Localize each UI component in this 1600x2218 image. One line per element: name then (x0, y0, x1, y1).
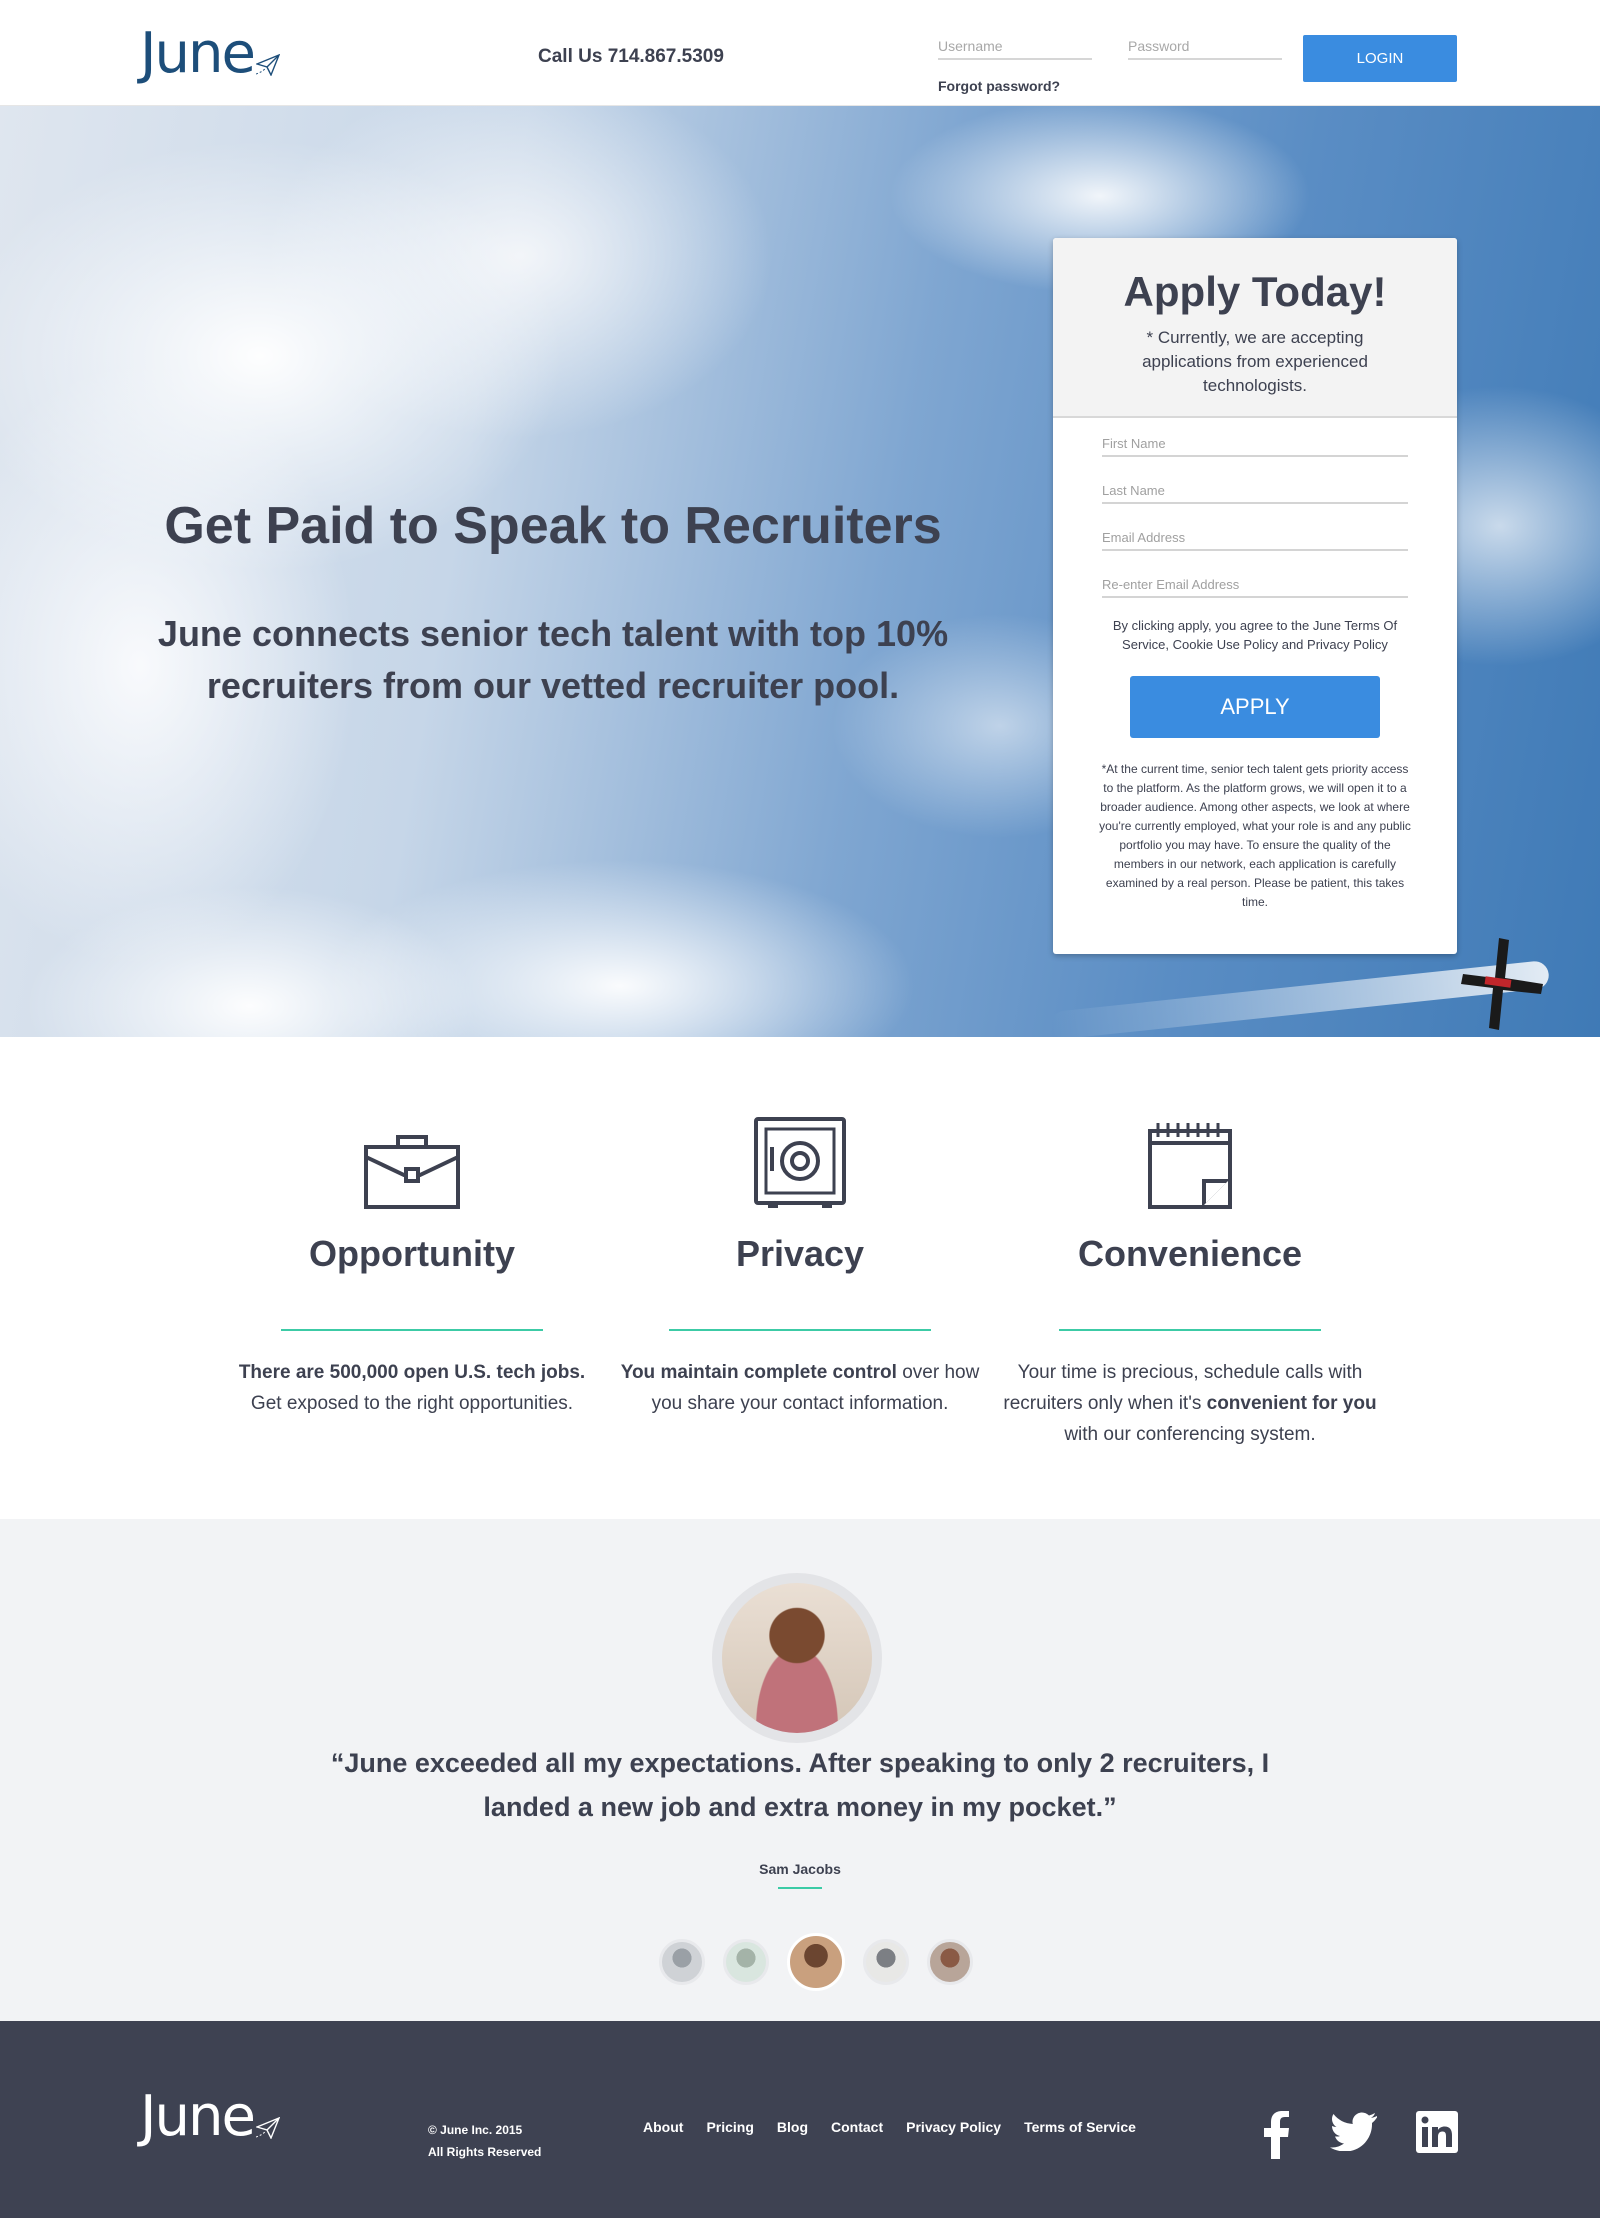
feature-title: Privacy (735, 1233, 865, 1274)
testimonial-author: Sam Jacobs (759, 1861, 841, 1877)
footer-link-contact[interactable]: Contact (831, 2119, 883, 2135)
site-header: June Call Us 714.867.5309 Forgot passwor… (0, 0, 1600, 106)
feature-divider (281, 1329, 543, 1331)
features-section: Opportunity There are 500,000 open U.S. … (0, 1037, 1600, 1519)
copyright: © June Inc. 2015 All Rights Reserved (428, 2123, 542, 2159)
testimonial-thumb-active[interactable] (787, 1933, 845, 1991)
safe-icon (754, 1117, 846, 1208)
password-input[interactable] (1128, 36, 1282, 60)
feature-privacy: Privacy You maintain complete control ov… (610, 1109, 990, 1419)
apply-note: * Currently, we are accepting applicatio… (1142, 328, 1368, 395)
feature-divider (1059, 1329, 1321, 1331)
paper-plane-icon (255, 54, 280, 76)
apply-button[interactable]: APPLY (1130, 676, 1380, 738)
feature-title: Opportunity (309, 1233, 515, 1274)
forgot-password-link[interactable]: Forgot password? (938, 78, 1060, 94)
footer-link-privacy[interactable]: Privacy Policy (906, 2119, 1001, 2135)
feature-divider (669, 1329, 931, 1331)
first-name-input[interactable] (1102, 432, 1408, 457)
airplane-icon (1461, 938, 1543, 1030)
footer-link-pricing[interactable]: Pricing (706, 2119, 753, 2135)
apply-form-card: Apply Today! * Currently, we are accepti… (1053, 238, 1457, 954)
feature-text: You maintain complete control over how y… (620, 1362, 980, 1414)
footer-link-terms[interactable]: Terms of Service (1024, 2119, 1136, 2135)
testimonial-thumbnails (650, 1933, 982, 1991)
paper-plane-icon (255, 2117, 280, 2139)
testimonial-thumb[interactable] (659, 1939, 705, 1985)
apply-title: Apply Today! (1123, 268, 1387, 315)
testimonial-thumb[interactable] (927, 1939, 973, 1985)
reenter-email-input[interactable] (1102, 573, 1408, 598)
testimonial-quote: “June exceeded all my expectations. Afte… (330, 1748, 1270, 1822)
site-footer: June © June Inc. 2015 All Rights Reserve… (0, 2021, 1600, 2218)
calendar-icon (1148, 1123, 1232, 1209)
feature-title: Convenience (1077, 1233, 1303, 1274)
phone-number: Call Us 714.867.5309 (538, 46, 724, 67)
twitter-icon[interactable] (1330, 2111, 1378, 2151)
terms-text: By clicking apply, you agree to the June… (1112, 618, 1398, 652)
username-input[interactable] (938, 36, 1092, 60)
logo[interactable]: June (140, 26, 280, 82)
feature-opportunity: Opportunity There are 500,000 open U.S. … (222, 1109, 602, 1419)
testimonial-avatar (712, 1573, 882, 1743)
last-name-input[interactable] (1102, 479, 1408, 504)
author-divider (778, 1887, 822, 1889)
testimonial-thumb[interactable] (723, 1939, 769, 1985)
hero-section: Get Paid to Speak to Recruiters June con… (0, 106, 1600, 1037)
testimonial-thumb[interactable] (863, 1939, 909, 1985)
hero-title: Get Paid to Speak to Recruiters (164, 497, 942, 555)
footer-link-blog[interactable]: Blog (777, 2119, 808, 2135)
apply-header: Apply Today! * Currently, we are accepti… (1053, 238, 1457, 418)
footer-logo[interactable]: June (140, 2089, 280, 2145)
facebook-icon[interactable] (1262, 2111, 1290, 2159)
feature-text: There are 500,000 open U.S. tech jobs. G… (238, 1362, 586, 1414)
feature-text: Your time is precious, schedule calls wi… (1003, 1362, 1377, 1445)
email-input[interactable] (1102, 526, 1408, 551)
apply-fine-print: *At the current time, senior tech talent… (1099, 762, 1411, 909)
testimonial-section: “June exceeded all my expectations. Afte… (0, 1519, 1600, 2021)
logo-text: June (140, 21, 256, 86)
feature-convenience: Convenience Your time is precious, sched… (1000, 1109, 1380, 1450)
linkedin-icon[interactable] (1416, 2111, 1458, 2153)
briefcase-icon (364, 1135, 460, 1209)
footer-link-about[interactable]: About (643, 2119, 683, 2135)
footer-logo-text: June (140, 2084, 256, 2149)
hero-subtitle: June connects senior tech talent with to… (157, 613, 949, 706)
footer-nav: About Pricing Blog Contact Privacy Polic… (643, 2119, 1159, 2135)
login-button[interactable]: LOGIN (1303, 35, 1457, 82)
